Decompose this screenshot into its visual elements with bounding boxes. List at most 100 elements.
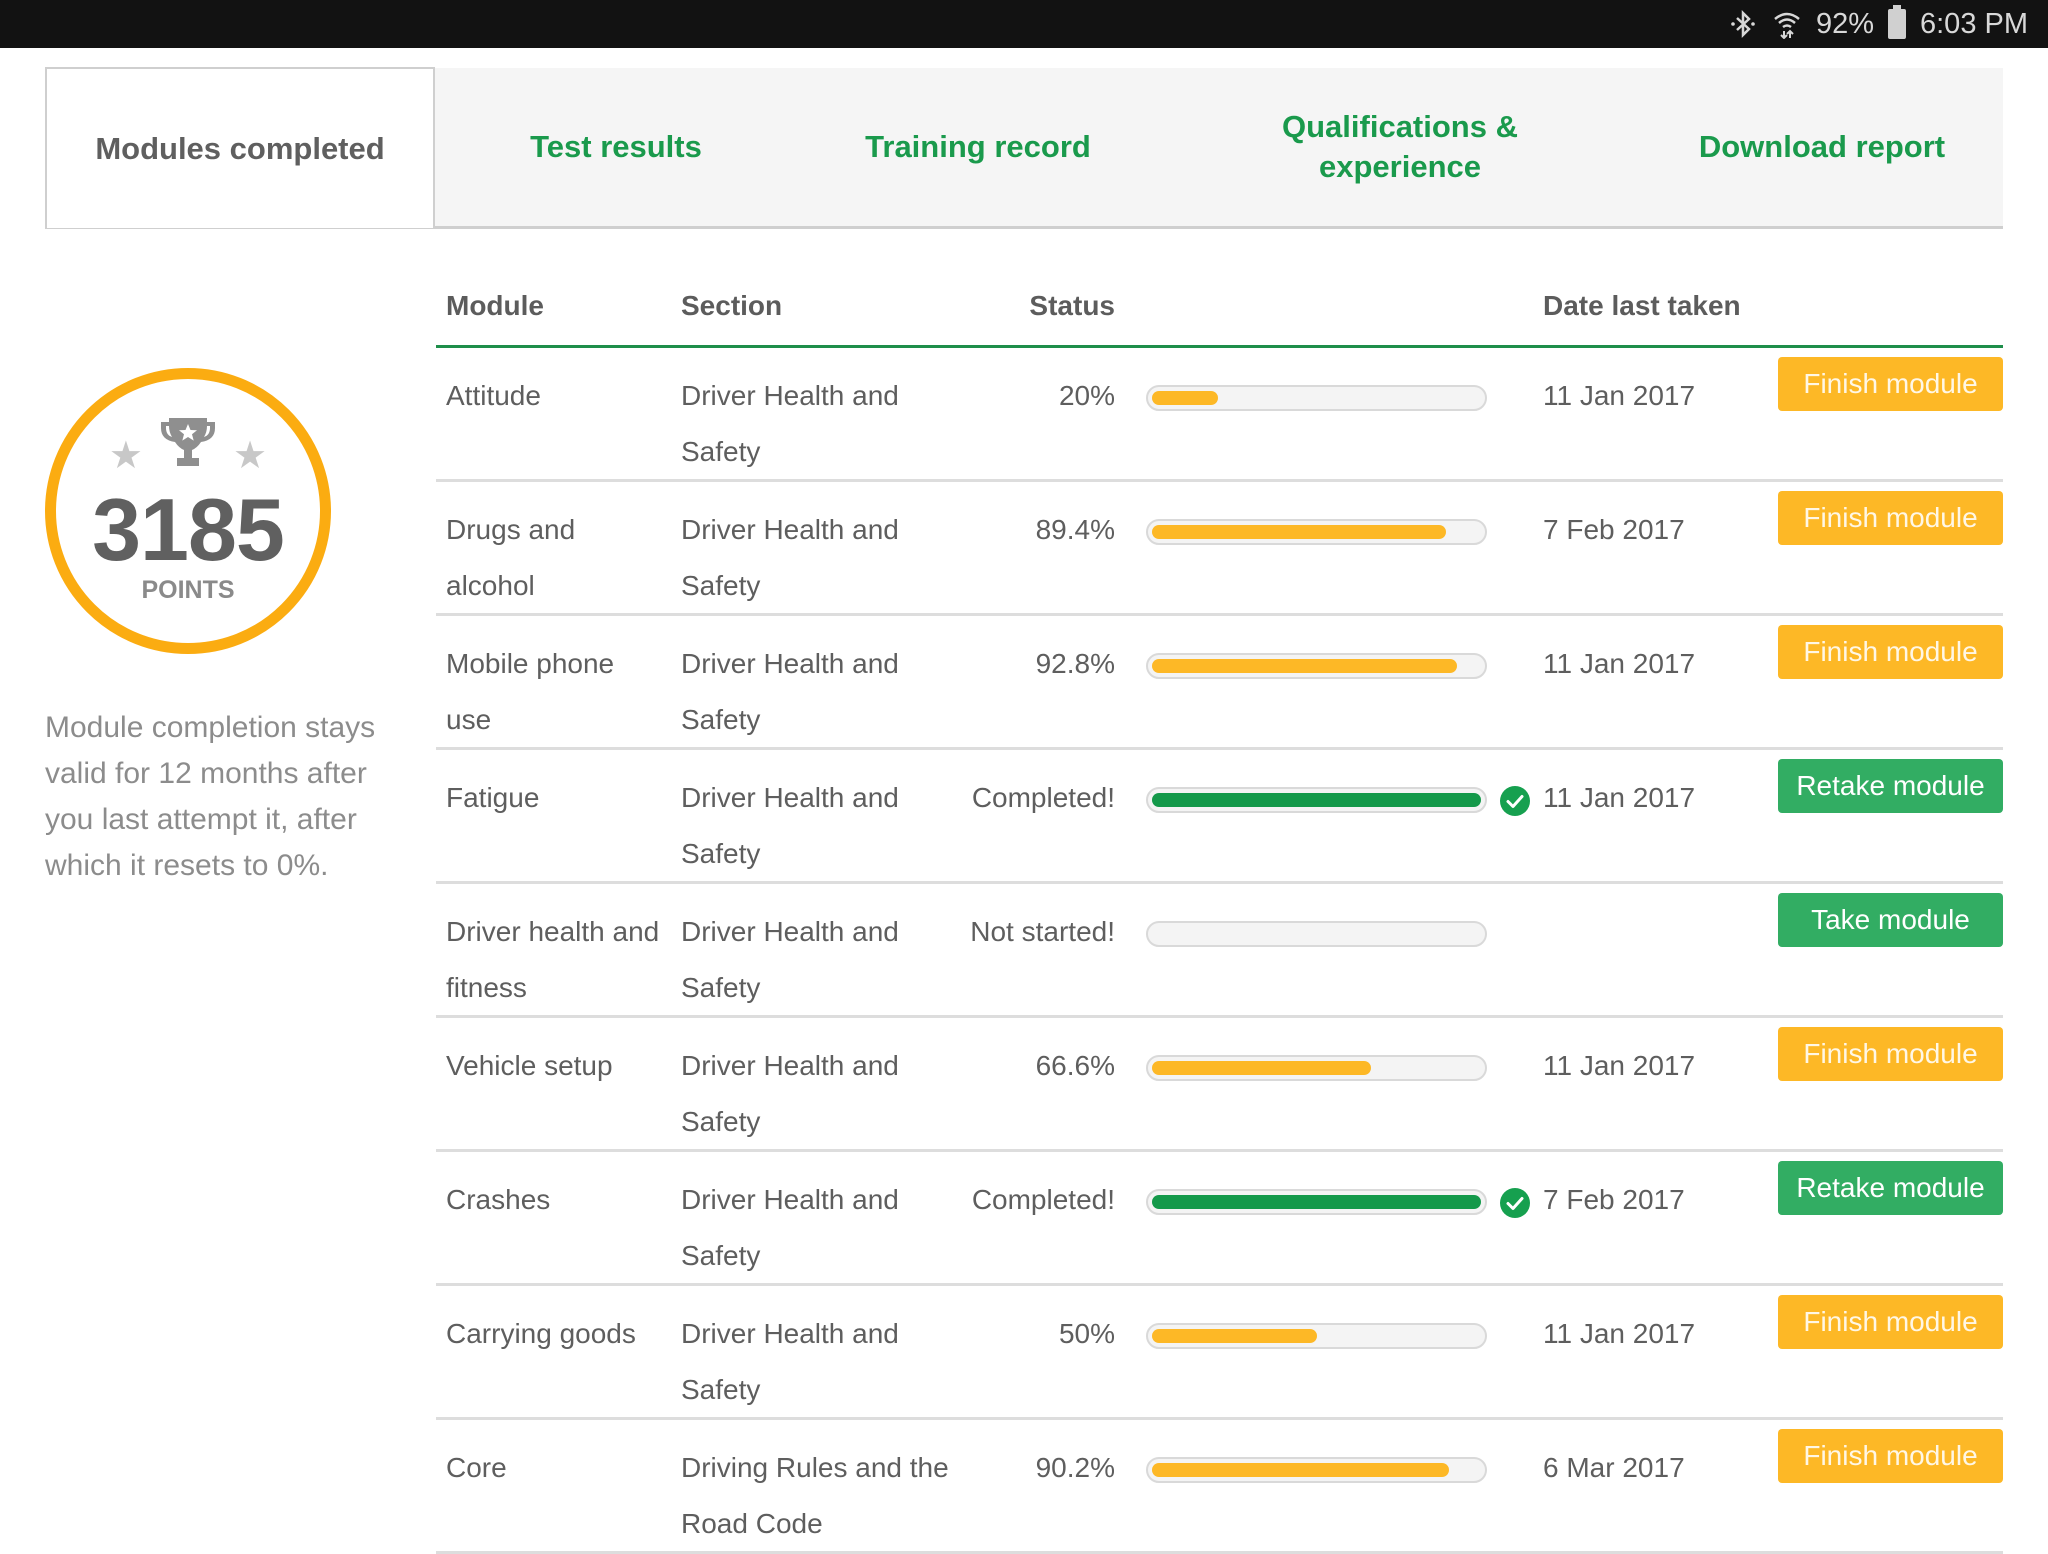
progress-fill xyxy=(1152,659,1457,673)
progress-bar xyxy=(1146,1055,1487,1081)
points-badge: ★ ★ 3185 POINTS xyxy=(45,368,331,654)
progress-bar xyxy=(1146,385,1487,411)
date-last-taken: 11 Jan 2017 xyxy=(1543,1318,1696,1349)
check-circle-icon xyxy=(1500,786,1530,816)
module-name: Fatigue xyxy=(446,782,540,813)
header-status: Status xyxy=(1029,290,1115,321)
retake-module-button[interactable]: Retake module xyxy=(1778,759,2003,813)
module-name: Vehicle setup xyxy=(446,1050,613,1081)
header-section: Section xyxy=(681,290,783,321)
date-last-taken: 11 Jan 2017 xyxy=(1543,380,1696,411)
status-text: 89.4% xyxy=(1035,514,1115,545)
progress-bar xyxy=(1146,653,1487,679)
clock: 6:03 PM xyxy=(1920,7,2028,40)
tab-training-record[interactable]: Training record xyxy=(797,68,1159,226)
date-last-taken: 11 Jan 2017 xyxy=(1543,1050,1696,1081)
table-body: Attitude Driver Health and Safety 20% 11… xyxy=(436,348,2003,1554)
section-name: Driver Health and Safety xyxy=(681,514,899,601)
finish-module-button[interactable]: Finish module xyxy=(1778,1429,2003,1483)
finish-module-button[interactable]: Finish module xyxy=(1778,1027,2003,1081)
finish-module-button[interactable]: Finish module xyxy=(1778,1295,2003,1349)
progress-fill xyxy=(1152,1195,1481,1209)
date-last-taken: 11 Jan 2017 xyxy=(1543,648,1696,679)
table-row: Mobile phone use Driver Health and Safet… xyxy=(436,616,2003,750)
status-text: 66.6% xyxy=(1035,1050,1115,1081)
finish-module-button[interactable]: Finish module xyxy=(1778,625,2003,679)
progress-fill xyxy=(1152,391,1218,405)
progress-bar xyxy=(1146,1457,1487,1483)
status-text: Completed! xyxy=(971,1184,1115,1215)
module-name: Mobile phone use xyxy=(446,648,615,735)
tab-modules-completed[interactable]: Modules completed xyxy=(45,67,435,228)
table-row: Drugs and alcohol Driver Health and Safe… xyxy=(436,482,2003,616)
section-name: Driving Rules and the Road Code xyxy=(681,1452,949,1539)
points-value: 3185 xyxy=(92,480,285,579)
progress-fill xyxy=(1152,793,1481,807)
date-last-taken: 6 Mar 2017 xyxy=(1543,1452,1685,1483)
wifi-icon xyxy=(1772,9,1802,40)
table-row: Vehicle setup Driver Health and Safety 6… xyxy=(436,1018,2003,1152)
trophy-group: ★ ★ xyxy=(56,414,320,475)
table-header: Module Section Status Date last taken xyxy=(436,268,2003,348)
progress-fill xyxy=(1152,1329,1317,1343)
section-name: Driver Health and Safety xyxy=(681,782,899,869)
points-label: POINTS xyxy=(141,576,235,604)
tab-bar: Modules completed Test results Training … xyxy=(45,67,2003,229)
trophy-icon xyxy=(157,414,219,475)
table-row: Carrying goods Driver Health and Safety … xyxy=(436,1286,2003,1420)
section-name: Driver Health and Safety xyxy=(681,1318,899,1405)
progress-bar xyxy=(1146,1323,1487,1349)
finish-module-button[interactable]: Finish module xyxy=(1778,491,2003,545)
bluetooth-icon xyxy=(1728,9,1758,39)
table-row: Driver health and fitness Driver Health … xyxy=(436,884,2003,1018)
module-name: Carrying goods xyxy=(446,1318,636,1349)
battery-percent: 92% xyxy=(1815,7,1874,40)
status-text: 90.2% xyxy=(1035,1452,1115,1483)
status-text: 50% xyxy=(1058,1318,1115,1349)
progress-bar xyxy=(1146,1189,1487,1215)
progress-bar xyxy=(1146,787,1487,813)
table-row: Attitude Driver Health and Safety 20% 11… xyxy=(436,348,2003,482)
check-circle-icon xyxy=(1500,1188,1530,1218)
table-row: Core Driving Rules and the Road Code 90.… xyxy=(436,1420,2003,1554)
tab-qualifications-experience[interactable]: Qualifications & experience xyxy=(1159,68,1641,226)
section-name: Driver Health and Safety xyxy=(681,380,899,467)
module-name: Attitude xyxy=(446,380,541,411)
tab-qualifications-label: Qualifications & experience xyxy=(1282,109,1518,184)
date-last-taken: 7 Feb 2017 xyxy=(1543,1184,1685,1215)
retake-module-button[interactable]: Retake module xyxy=(1778,1161,2003,1215)
table-row: Fatigue Driver Health and Safety Complet… xyxy=(436,750,2003,884)
star-icon: ★ xyxy=(108,435,143,477)
tab-download-report[interactable]: Download report xyxy=(1641,68,2003,226)
progress-fill xyxy=(1152,1061,1371,1075)
validity-note: Module completion stays valid for 12 mon… xyxy=(45,711,376,882)
progress-fill xyxy=(1152,1463,1449,1477)
battery-icon xyxy=(1888,5,1906,39)
date-last-taken: 11 Jan 2017 xyxy=(1543,782,1696,813)
header-date: Date last taken xyxy=(1543,290,1741,321)
take-module-button[interactable]: Take module xyxy=(1778,893,2003,947)
progress-fill xyxy=(1152,525,1446,539)
status-text: Not started! xyxy=(970,916,1115,947)
finish-module-button[interactable]: Finish module xyxy=(1778,357,2003,411)
module-name: Drugs and alcohol xyxy=(446,514,576,601)
status-text: Completed! xyxy=(971,782,1115,813)
module-name: Core xyxy=(446,1452,507,1483)
table-row: Crashes Driver Health and Safety Complet… xyxy=(436,1152,2003,1286)
module-name: Crashes xyxy=(446,1184,551,1215)
status-text: 92.8% xyxy=(1035,648,1115,679)
section-name: Driver Health and Safety xyxy=(681,1050,899,1137)
modules-table: Module Section Status Date last taken At… xyxy=(436,268,2003,1554)
progress-bar xyxy=(1146,519,1487,545)
section-name: Driver Health and Safety xyxy=(681,916,899,1003)
progress-bar xyxy=(1146,921,1487,947)
date-last-taken: 7 Feb 2017 xyxy=(1543,514,1685,545)
module-name: Driver health and fitness xyxy=(446,916,660,1003)
header-module: Module xyxy=(446,290,544,321)
tab-test-results[interactable]: Test results xyxy=(435,68,797,226)
section-name: Driver Health and Safety xyxy=(681,1184,899,1271)
star-icon: ★ xyxy=(233,435,268,477)
section-name: Driver Health and Safety xyxy=(681,648,899,735)
status-text: 20% xyxy=(1058,380,1115,411)
system-status-bar: 92% 6:03 PM xyxy=(0,0,2048,48)
